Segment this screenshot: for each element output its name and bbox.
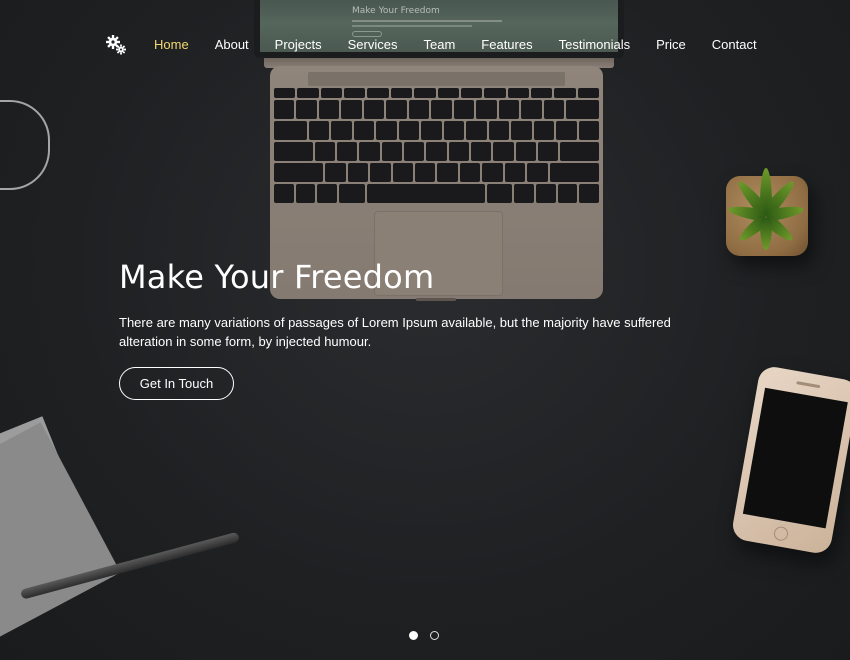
main-navigation: Home About Projects Services Team Featur… — [0, 0, 850, 88]
slider-dot-1[interactable] — [409, 631, 418, 640]
get-in-touch-button[interactable]: Get In Touch — [119, 367, 234, 400]
hero-title: Make Your Freedom — [119, 258, 435, 296]
cable-decoration — [0, 100, 50, 190]
plant-decoration — [726, 168, 808, 256]
nav-link-features[interactable]: Features — [468, 37, 545, 52]
paper-decoration — [0, 422, 121, 648]
slider-pagination — [409, 631, 439, 640]
nav-link-about[interactable]: About — [202, 37, 262, 52]
nav-links: Home About Projects Services Team Featur… — [141, 37, 770, 52]
nav-link-services[interactable]: Services — [335, 37, 411, 52]
slider-dot-2[interactable] — [430, 631, 439, 640]
laptop-keyboard — [274, 88, 600, 210]
nav-link-team[interactable]: Team — [411, 37, 469, 52]
gears-icon[interactable] — [105, 34, 127, 56]
nav-link-home[interactable]: Home — [141, 37, 202, 52]
phone-decoration — [730, 364, 850, 556]
phone-speaker — [796, 381, 821, 389]
hero-description: There are many variations of passages of… — [119, 315, 671, 349]
nav-link-testimonials[interactable]: Testimonials — [546, 37, 644, 52]
phone-home-button — [772, 525, 790, 542]
nav-link-projects[interactable]: Projects — [262, 37, 335, 52]
phone-screen — [742, 387, 848, 529]
nav-link-contact[interactable]: Contact — [699, 37, 770, 52]
nav-link-price[interactable]: Price — [643, 37, 699, 52]
